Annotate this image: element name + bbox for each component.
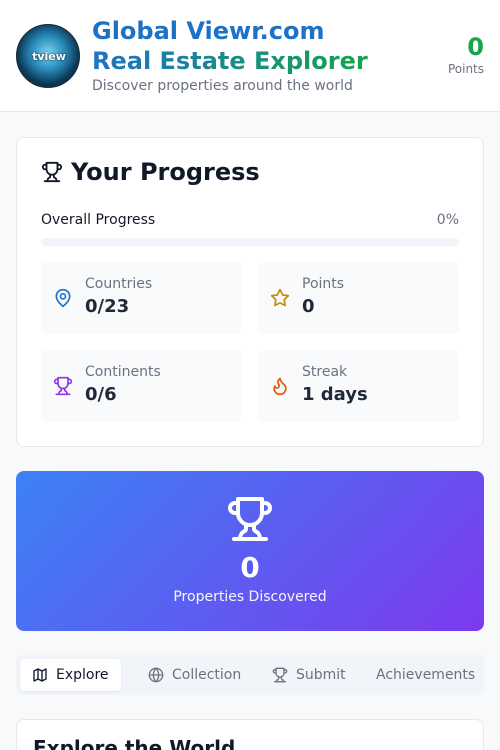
tab-collection[interactable]: Collection xyxy=(136,659,253,691)
stat-countries-label: Countries xyxy=(85,276,153,292)
logo: tview xyxy=(16,24,80,88)
map-icon xyxy=(33,668,47,682)
trophy-icon xyxy=(41,161,63,183)
flame-icon xyxy=(273,377,287,396)
progress-title: Your Progress xyxy=(41,158,260,186)
map-pin-icon xyxy=(55,288,71,308)
stat-continents: Continents 0/6 xyxy=(41,350,242,422)
stat-streak: Streak 1 days xyxy=(258,350,459,422)
app-subtitle: Discover properties around the world xyxy=(92,78,353,94)
explore-title: Explore the World xyxy=(33,736,236,750)
app-title-line2: Real Estate Explorer xyxy=(92,47,368,75)
stat-points: Points 0 xyxy=(258,262,459,334)
tab-achievements[interactable]: Achievements xyxy=(364,659,487,691)
stat-streak-label: Streak xyxy=(302,364,348,380)
overall-progress: Overall Progress 0% xyxy=(41,212,459,228)
globe-icon xyxy=(148,667,164,683)
stat-points-label: Points xyxy=(302,276,345,292)
explore-section: Explore the World xyxy=(16,719,484,750)
star-icon xyxy=(270,288,290,307)
tab-explore-label: Explore xyxy=(56,667,109,683)
tab-bar: Explore Collection Submit Achievements xyxy=(16,655,484,695)
overall-progress-label: Overall Progress xyxy=(41,212,156,228)
progress-card: Your Progress Overall Progress 0% Countr… xyxy=(16,137,484,447)
stat-countries: Countries 0/23 xyxy=(41,262,242,334)
title-block: Global Viewr.com Real Estate Explorer Di… xyxy=(92,16,368,94)
tab-achievements-label: Achievements xyxy=(376,667,476,683)
stat-continents-label: Continents xyxy=(85,364,161,380)
discovered-caption: Properties Discovered xyxy=(173,589,327,605)
trophy-icon xyxy=(53,376,73,396)
app-title: Global Viewr.com Real Estate Explorer xyxy=(92,16,368,76)
progress-title-text: Your Progress xyxy=(71,158,260,186)
discovered-banner: 0 Properties Discovered xyxy=(16,471,484,631)
stat-points-value: 0 xyxy=(302,296,315,317)
overall-progress-percent: 0% xyxy=(436,212,459,228)
tab-collection-label: Collection xyxy=(172,667,242,683)
tab-submit[interactable]: Submit xyxy=(260,659,358,691)
app-title-line1: Global Viewr.com xyxy=(92,17,325,45)
points-label: Points xyxy=(447,62,484,76)
stat-streak-value: 1 days xyxy=(302,384,368,405)
app-header: tview Global Viewr.com Real Estate Explo… xyxy=(0,0,500,112)
trophy-icon xyxy=(272,667,288,683)
tab-explore[interactable]: Explore xyxy=(20,659,121,691)
overall-progress-bar xyxy=(41,238,459,246)
tab-submit-label: Submit xyxy=(296,667,346,683)
points-value: 0 xyxy=(467,33,484,61)
trophy-icon xyxy=(228,497,272,541)
stat-continents-value: 0/6 xyxy=(85,384,117,405)
points-summary: 0 Points xyxy=(448,32,484,76)
stat-countries-value: 0/23 xyxy=(85,296,130,317)
discovered-count: 0 xyxy=(240,551,260,584)
logo-text: tview xyxy=(32,50,66,63)
